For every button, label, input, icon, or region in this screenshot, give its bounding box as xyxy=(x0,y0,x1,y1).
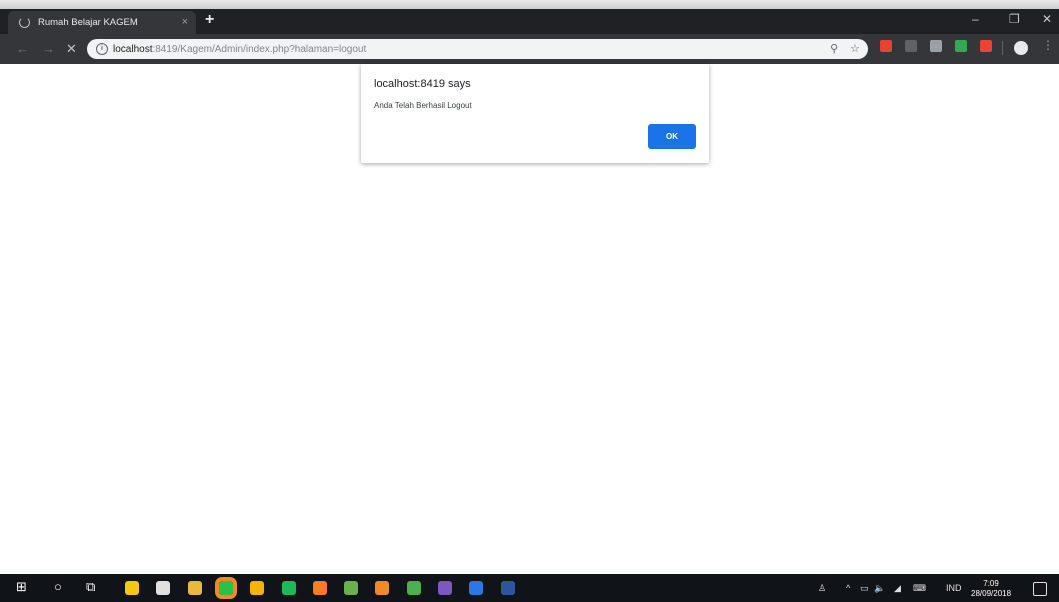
taskbar-chrome-icon[interactable] xyxy=(250,581,264,595)
volume-icon[interactable]: 🔈 xyxy=(874,582,885,594)
restore-button[interactable]: ❐ xyxy=(1009,11,1020,27)
tab-rumah-belajar[interactable]: Rumah Belajar KAGEM × xyxy=(8,11,196,34)
minimize-button[interactable]: – xyxy=(972,11,979,27)
taskbar-mail-icon[interactable] xyxy=(156,581,170,595)
cast-extension-icon[interactable] xyxy=(930,40,942,52)
taskbar-app-green-icon[interactable] xyxy=(407,581,421,595)
address-bar[interactable]: i localhost:8419/Kagem/Admin/index.php?h… xyxy=(87,39,868,59)
taskbar-explorer-icon[interactable] xyxy=(188,581,202,595)
taskbar-notepad-icon[interactable] xyxy=(469,581,483,595)
adblock-extension-icon[interactable] xyxy=(880,40,892,52)
loading-spinner-icon xyxy=(19,17,30,28)
notifications-icon[interactable] xyxy=(1033,582,1047,596)
battery-icon[interactable]: ▭ xyxy=(860,582,869,594)
browser-window: Rumah Belajar KAGEM × + – ❐ ✕ ← → ✕ i lo… xyxy=(0,0,1059,602)
zoom-icon[interactable]: ⚲ xyxy=(830,42,838,56)
info-icon[interactable]: i xyxy=(96,43,108,55)
bookmark-star-icon[interactable]: ☆ xyxy=(850,42,860,56)
taskbar-word-icon[interactable] xyxy=(501,581,515,595)
language-indicator[interactable]: IND xyxy=(946,582,962,594)
wallpaper-strip xyxy=(0,0,1059,9)
tab-strip: Rumah Belajar KAGEM × + – ❐ ✕ xyxy=(0,9,1059,34)
taskbar-visual-studio-icon[interactable] xyxy=(438,581,452,595)
ok-button[interactable]: OK xyxy=(648,124,696,149)
taskbar-xampp-icon[interactable] xyxy=(313,581,327,595)
close-window-button[interactable]: ✕ xyxy=(1042,11,1052,27)
browser-menu-icon[interactable]: ⋮ xyxy=(1042,38,1054,52)
alert-dialog: localhost:8419 says Anda Telah Berhasil … xyxy=(361,64,709,163)
tab-close-icon[interactable]: × xyxy=(182,15,188,29)
toolbar-divider xyxy=(1002,41,1003,55)
profile-avatar-icon[interactable] xyxy=(1014,41,1028,55)
url-host: localhost xyxy=(113,43,153,55)
network-icon[interactable]: ◢ xyxy=(894,582,901,594)
keyboard-icon[interactable]: ⌨ xyxy=(913,582,926,594)
green-extension-icon[interactable] xyxy=(955,40,967,52)
flash-extension-icon[interactable] xyxy=(980,40,992,52)
people-icon[interactable]: ♙ xyxy=(818,582,826,594)
clock-time: 7:09 xyxy=(983,579,999,588)
start-icon[interactable]: ⊞ xyxy=(16,579,27,595)
windows-taskbar: ⊞ ○ ⧉ ♙ ^ ▭ 🔈 ◢ ⌨ IND 7:09 28/09/2018 xyxy=(0,574,1059,602)
clock[interactable]: 7:09 28/09/2018 xyxy=(971,579,1011,599)
taskbar-line-icon[interactable] xyxy=(215,577,237,599)
taskbar-app-badge-icon[interactable] xyxy=(344,581,358,595)
dialog-title: localhost:8419 says xyxy=(374,78,471,90)
search-icon[interactable]: ○ xyxy=(54,579,62,595)
url-path: :8419/Kagem/Admin/index.php?halaman=logo… xyxy=(152,43,367,55)
tray-chevron-icon[interactable]: ^ xyxy=(846,582,850,594)
stop-button[interactable]: ✕ xyxy=(66,41,77,57)
tab-title: Rumah Belajar KAGEM xyxy=(38,17,138,28)
clock-date: 28/09/2018 xyxy=(971,589,1012,598)
dialog-message: Anda Telah Berhasil Logout xyxy=(374,101,472,110)
url-text: localhost:8419/Kagem/Admin/index.php?hal… xyxy=(113,44,366,55)
task-view-icon[interactable]: ⧉ xyxy=(86,579,95,595)
forward-button[interactable]: → xyxy=(42,41,55,57)
new-tab-button[interactable]: + xyxy=(205,11,214,29)
taskbar-paint-icon[interactable] xyxy=(375,581,389,595)
extension-icon[interactable] xyxy=(905,40,917,52)
omnibox-actions: ⚲ ☆ xyxy=(830,42,860,56)
taskbar-spotify-icon[interactable] xyxy=(282,581,296,595)
back-button[interactable]: ← xyxy=(16,41,29,57)
taskbar-store-icon[interactable] xyxy=(125,581,139,595)
browser-toolbar: ← → ✕ i localhost:8419/Kagem/Admin/index… xyxy=(0,34,1059,64)
